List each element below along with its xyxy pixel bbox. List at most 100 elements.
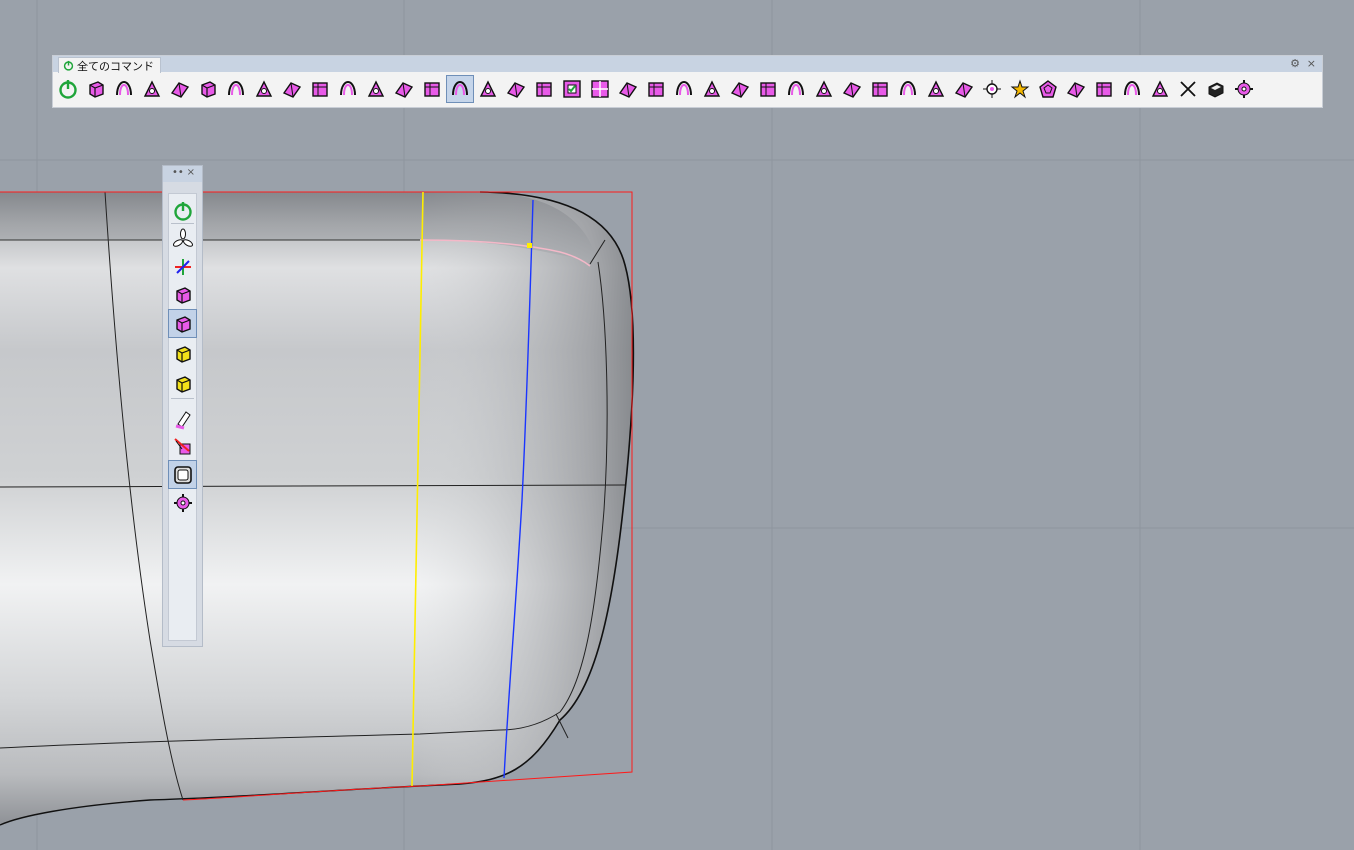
grip-icon[interactable]: ••	[172, 167, 184, 178]
patch-button[interactable]	[1146, 75, 1174, 103]
close-icon[interactable]: ×	[187, 167, 195, 178]
fold-icon	[394, 82, 414, 98]
plane-button[interactable]	[1118, 75, 1146, 103]
cage-button[interactable]	[474, 75, 502, 103]
transform-icon	[170, 82, 190, 98]
pinch-button[interactable]	[1174, 75, 1202, 103]
viewport[interactable]	[0, 0, 1354, 850]
sweep-icon	[367, 80, 385, 97]
grid-icon	[591, 80, 609, 98]
loop-icon	[730, 82, 750, 98]
checkbox-face-button[interactable]	[558, 75, 586, 103]
hand-button[interactable]	[250, 75, 278, 103]
stair-button[interactable]	[1062, 75, 1090, 103]
extrude-icon	[424, 82, 440, 97]
strip-button[interactable]	[1090, 75, 1118, 103]
weld-icon	[900, 80, 916, 96]
points-icon	[815, 80, 833, 97]
keycap-button[interactable]	[168, 460, 197, 489]
center-icon	[983, 80, 1001, 98]
box-button[interactable]	[82, 75, 110, 103]
axes-button[interactable]	[168, 252, 197, 281]
power-icon	[173, 201, 192, 221]
power-icon	[59, 80, 77, 99]
floating-toolbar-titlebar[interactable]: •• ×	[163, 166, 202, 182]
sphere-icon	[116, 80, 132, 96]
blend-icon	[143, 80, 161, 97]
shell-button[interactable]	[1202, 75, 1230, 103]
erase-icon	[173, 437, 190, 454]
box-icon	[89, 81, 104, 98]
pattern-button[interactable]	[950, 75, 978, 103]
gear-button[interactable]	[168, 488, 197, 517]
sweep-button[interactable]	[362, 75, 390, 103]
stair-icon	[1066, 82, 1086, 98]
weld-button[interactable]	[894, 75, 922, 103]
gumball-icon	[452, 80, 468, 96]
bridge-button[interactable]	[530, 75, 558, 103]
toolbar-titlebar: 全てのコマンド ⚙ ×	[53, 56, 1322, 73]
pinch-icon	[1180, 81, 1196, 97]
insert-icon	[788, 80, 804, 96]
shell-icon	[1208, 82, 1224, 98]
close-icon[interactable]: ×	[1307, 57, 1316, 71]
cube-face-icon	[175, 345, 191, 363]
rotate-button[interactable]	[278, 75, 306, 103]
branch-button[interactable]	[922, 75, 950, 103]
patch-icon	[1151, 80, 1169, 97]
cube-edge-button[interactable]	[168, 309, 197, 338]
blend-button[interactable]	[138, 75, 166, 103]
cube-face-button[interactable]	[168, 339, 197, 368]
fold-button[interactable]	[390, 75, 418, 103]
sphere-button[interactable]	[110, 75, 138, 103]
curve-button[interactable]	[838, 75, 866, 103]
gumball-button[interactable]	[446, 75, 474, 103]
arrow-button[interactable]	[222, 75, 250, 103]
arch-button[interactable]	[334, 75, 362, 103]
power-icon	[63, 60, 74, 71]
stretch-icon	[506, 82, 526, 98]
arrow-icon	[228, 80, 244, 96]
tab-label: 全てのコマンド	[77, 59, 154, 73]
gear-button[interactable]	[1230, 75, 1258, 103]
crease-edit-button[interactable]	[698, 75, 726, 103]
power-button[interactable]	[168, 196, 197, 225]
cube-icon	[201, 81, 216, 98]
strip-icon	[1096, 82, 1112, 97]
center-button[interactable]	[978, 75, 1006, 103]
surface-model[interactable]	[0, 191, 635, 826]
tab-all-commands[interactable]: 全てのコマンド	[58, 57, 161, 73]
toolbar-separator	[171, 223, 194, 224]
pattern-icon	[954, 82, 974, 98]
crease-button[interactable]	[670, 75, 698, 103]
pen-button[interactable]	[168, 404, 197, 433]
extrude-button[interactable]	[418, 75, 446, 103]
delete-button[interactable]	[642, 75, 670, 103]
stretch-button[interactable]	[502, 75, 530, 103]
insert-button[interactable]	[782, 75, 810, 103]
transform-button[interactable]	[166, 75, 194, 103]
slide-button[interactable]	[754, 75, 782, 103]
palm-button[interactable]	[866, 75, 894, 103]
cube-edge-icon	[175, 315, 191, 333]
points-button[interactable]	[810, 75, 838, 103]
keycap-icon	[173, 465, 192, 484]
surface-button[interactable]	[306, 75, 334, 103]
cube-button[interactable]	[194, 75, 222, 103]
erase-button[interactable]	[168, 432, 197, 461]
grid-button[interactable]	[586, 75, 614, 103]
power-button[interactable]	[54, 75, 82, 103]
tristar-button[interactable]	[168, 224, 197, 253]
pentagon-button[interactable]	[1034, 75, 1062, 103]
cube-vertex-button[interactable]	[168, 280, 197, 309]
arch-icon	[340, 80, 356, 96]
gear-icon	[1235, 80, 1253, 98]
gear-icon[interactable]: ⚙	[1290, 57, 1300, 71]
loop-button[interactable]	[726, 75, 754, 103]
flip-button[interactable]	[614, 75, 642, 103]
model-view[interactable]	[0, 0, 1354, 850]
star-button[interactable]	[1006, 75, 1034, 103]
command-toolbar: 全てのコマンド ⚙ ×	[52, 55, 1323, 108]
palm-icon	[872, 82, 888, 97]
cube-object-button[interactable]	[168, 369, 197, 398]
